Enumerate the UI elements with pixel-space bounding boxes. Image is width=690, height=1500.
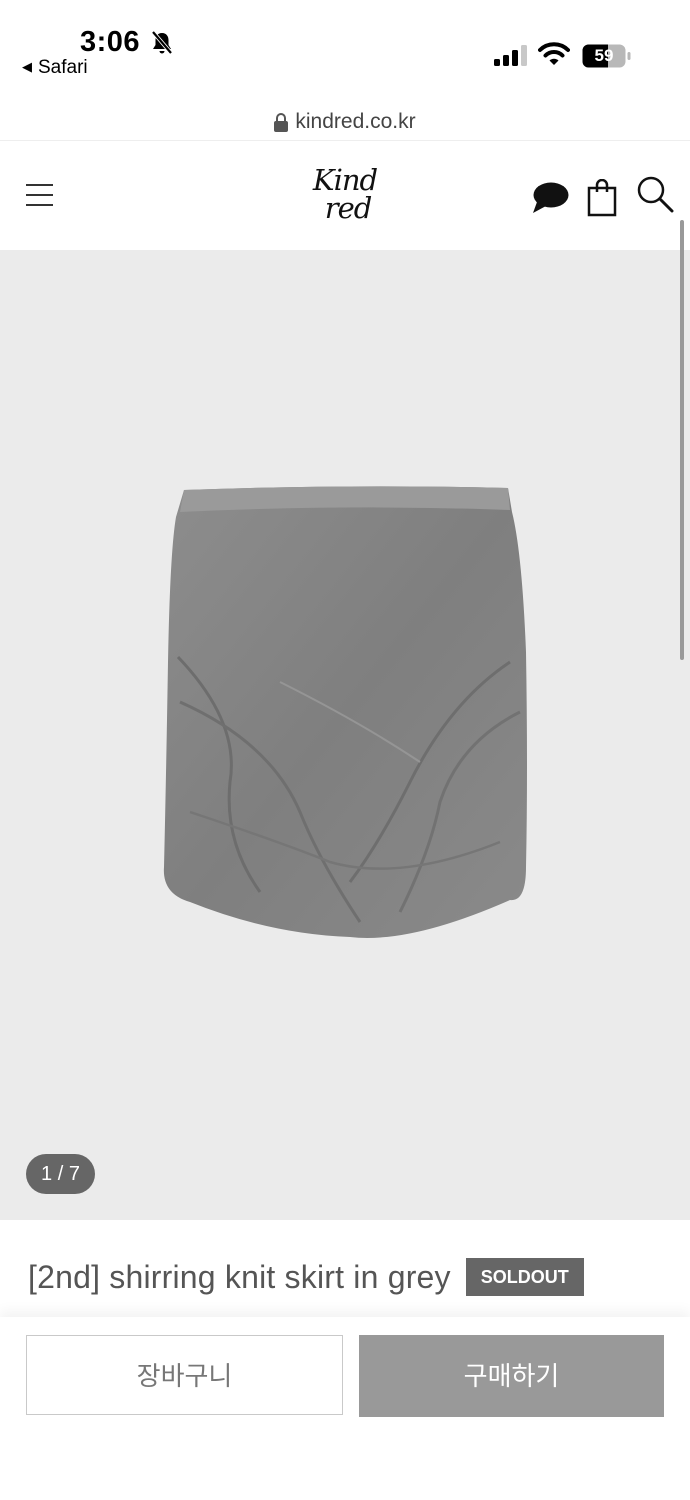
- lock-icon: [274, 112, 289, 132]
- menu-icon[interactable]: [26, 184, 53, 206]
- back-triangle-icon: ◀: [22, 59, 32, 74]
- site-logo[interactable]: Kind red: [305, 166, 385, 225]
- address-bar[interactable]: kindred.co.kr: [0, 100, 690, 141]
- product-title: [2nd] shirring knit skirt in grey: [28, 1258, 451, 1295]
- buy-now-button[interactable]: 구매하기: [359, 1335, 664, 1417]
- back-app-label: Safari: [38, 57, 88, 78]
- search-icon[interactable]: [636, 175, 674, 213]
- battery-level: 59: [594, 46, 614, 65]
- bell-muted-icon: [151, 30, 173, 55]
- back-to-safari[interactable]: ◀ Safari: [22, 57, 88, 79]
- add-to-cart-button[interactable]: 장바구니: [26, 1335, 343, 1415]
- page-scrollbar[interactable]: [680, 220, 684, 660]
- chat-icon[interactable]: [532, 181, 570, 215]
- site-header: Kind red: [0, 141, 690, 250]
- status-time: 3:06: [80, 26, 141, 58]
- bottom-action-bar: 장바구니 구매하기: [0, 1317, 690, 1500]
- url-domain: kindred.co.kr: [295, 110, 416, 133]
- skirt-product-photo: [163, 486, 527, 938]
- soldout-badge: SOLDOUT: [465, 1258, 584, 1296]
- battery-indicator: 59: [582, 44, 632, 73]
- cellular-signal-icon: [494, 45, 527, 66]
- shopping-bag-icon[interactable]: [587, 179, 617, 217]
- logo-line-2: red: [324, 191, 373, 225]
- status-bar: 3:06 ◀ Safari 59: [0, 0, 690, 100]
- product-title-row: [2nd] shirring knit skirt in grey SOLDOU…: [28, 1258, 584, 1296]
- wifi-icon: [538, 42, 570, 65]
- product-image-carousel[interactable]: 1 / 7: [0, 250, 690, 1220]
- image-counter: 1 / 7: [26, 1154, 95, 1194]
